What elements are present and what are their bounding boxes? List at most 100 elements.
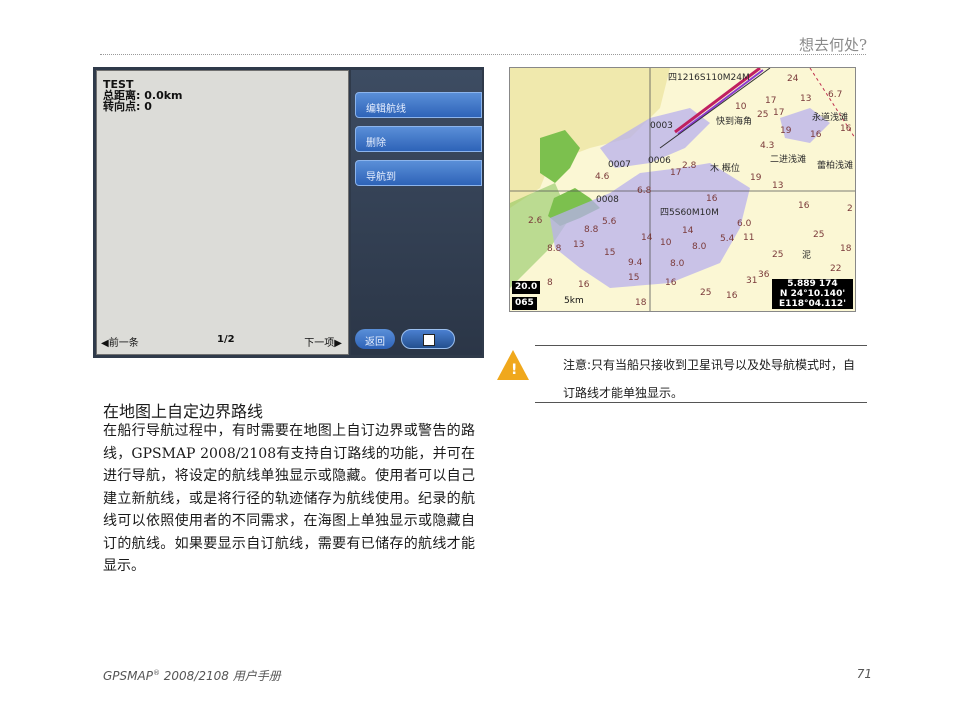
waypoint-label: 0006 — [648, 156, 671, 166]
section-heading: 在地图上自定边界路线 — [103, 402, 264, 421]
depth-sounding: 16 — [706, 194, 718, 204]
footer-manual: 2008/2108 用户手册 — [159, 669, 281, 683]
chart-label: 蕾柏浅滩 — [817, 161, 854, 171]
turns-value: 0 — [144, 100, 152, 113]
prev-arrow-icon: ◀ — [101, 338, 109, 349]
depth-sounding: 25 — [757, 110, 769, 120]
depth-sounding: 31 — [746, 276, 758, 286]
depth-sounding: 22 — [830, 264, 842, 274]
back-button[interactable]: 返回 — [355, 329, 395, 349]
depth-sounding: 16 — [726, 291, 738, 301]
depth-sounding: 10 — [735, 102, 747, 112]
depth-sounding: 8.0 — [670, 259, 685, 269]
page-indicator: 1/2 — [217, 334, 235, 345]
delete-button[interactable]: 删除 — [355, 126, 482, 152]
footer-manual-title: GPSMAP® 2008/2108 用户手册 — [103, 667, 281, 684]
exclamation-icon: ! — [511, 362, 518, 378]
edit-route-button[interactable]: 编辑航线 — [355, 92, 482, 118]
depth-sounding: 16 — [840, 124, 852, 134]
depth-sounding: 17 — [773, 108, 785, 118]
depth-sounding: 8.8 — [547, 244, 562, 254]
position-readout: 5.889 174 N 24°10.140' E118°04.112' — [772, 279, 853, 309]
depth-sounding: 17 — [670, 168, 682, 178]
note-divider-bottom — [535, 402, 867, 403]
back-row: 返回 — [355, 329, 482, 351]
depth-sounding: 2.8 — [682, 161, 697, 171]
depth-sounding: 4.3 — [760, 141, 775, 151]
turns-label: 转向点: — [103, 100, 141, 113]
depth-sounding: 15 — [628, 273, 640, 283]
depth-sounding: 17 — [765, 96, 777, 106]
chart-label: 永道浅滩 — [812, 113, 849, 123]
scale-bar-label: 5km — [564, 296, 584, 306]
depth-sounding: 18 — [840, 244, 852, 254]
waypoint-label: 0003 — [650, 121, 673, 131]
note-text: 注意:只有当船只接收到卫星讯号以及处导航模式时，自订路线才能单独显示。 — [563, 358, 856, 400]
chart-label: 二进浅滩 — [770, 155, 807, 165]
depth-sounding: 8.0 — [692, 242, 707, 252]
route-info-footer: ◀前一条 1/2 下一项▶ — [97, 334, 348, 349]
depth-sounding: 6.7 — [828, 90, 843, 100]
depth-sounding: 18 — [635, 298, 647, 308]
waypoint-label: 0008 — [596, 195, 619, 205]
route-menu: 编辑航线 删除 导航到 返回 — [351, 70, 482, 355]
chart-label: 木 概位 — [710, 164, 740, 174]
depth-sounding: 11 — [743, 233, 755, 243]
depth-sounding: 16 — [578, 280, 590, 290]
route-screen: TEST 总距离: 0.0km 转向点: 0 ◀前一条 1/2 下一项▶ 编辑航… — [93, 67, 484, 358]
depth-sounding: 2 — [847, 204, 853, 214]
depth-sounding: 9.4 — [628, 258, 643, 268]
note-divider-top — [535, 345, 867, 346]
latitude-value: N 24°10.140' — [779, 289, 846, 299]
depth-sounding: 5.4 — [720, 234, 735, 244]
chart-label: 泥 — [802, 251, 812, 261]
depth-sounding: 14 — [641, 233, 653, 243]
route-info-panel: TEST 总距离: 0.0km 转向点: 0 ◀前一条 1/2 下一项▶ — [96, 70, 349, 355]
depth-sounding: 2.6 — [528, 216, 543, 226]
document-icon — [423, 334, 435, 346]
depth-readout-value: 174 — [818, 279, 838, 289]
depth-sounding: 36 — [758, 270, 770, 280]
page-number: 71 — [856, 667, 872, 681]
turns-row: 转向点: 0 — [103, 101, 183, 112]
section-body: 在船行导航过程中，有时需要在地图上自订边界或警告的路线，GPSMAP 2008/… — [103, 423, 475, 574]
depth-sounding: 4.6 — [595, 172, 610, 182]
chart-label: 四1216S110M24M — [668, 73, 750, 83]
depth-sounding: 16 — [798, 201, 810, 211]
depth-sounding: 16 — [810, 130, 822, 140]
depth-sounding: 16 — [665, 278, 677, 288]
depth-sounding: 19 — [750, 173, 762, 183]
chart-label: 快到海角 — [716, 117, 753, 127]
page-toggle-button[interactable] — [401, 329, 455, 349]
speed-value: 5.889 — [787, 279, 816, 289]
header-divider — [100, 54, 866, 55]
depth-sounding: 10 — [660, 238, 672, 248]
prev-label: 前一条 — [108, 338, 139, 349]
nautical-chart: 四1216S110M24M 0003 0007 0006 0008 四5S60M… — [509, 67, 856, 312]
depth-sounding: 13 — [573, 240, 585, 250]
heading-value: 065 — [515, 298, 534, 308]
depth-sounding: 8 — [547, 278, 553, 288]
depth-sounding: 13 — [800, 94, 812, 104]
depth-sounding: 5.6 — [602, 217, 617, 227]
route-info: TEST 总距离: 0.0km 转向点: 0 — [103, 79, 183, 112]
depth-sounding: 6.0 — [737, 219, 752, 229]
chart-background — [510, 68, 855, 311]
depth-sounding: 25 — [813, 230, 825, 240]
navigate-to-button[interactable]: 导航到 — [355, 160, 482, 186]
depth-sounding: 15 — [604, 248, 616, 258]
chart-label: 四5S60M10M — [660, 208, 719, 218]
next-label: 下一项 — [304, 338, 335, 349]
footer-product: GPSMAP — [103, 669, 153, 683]
next-button[interactable]: 下一项▶ — [304, 334, 342, 349]
depth-sounding: 25 — [700, 288, 712, 298]
zoom-scale-readout: 20.0 — [512, 281, 541, 294]
depth-sounding: 19 — [780, 126, 792, 136]
depth-sounding: 6.8 — [637, 186, 652, 196]
next-arrow-icon: ▶ — [334, 338, 342, 349]
prev-button[interactable]: ◀前一条 — [101, 334, 139, 349]
waypoint-label: 0007 — [608, 160, 631, 170]
depth-sounding: 14 — [682, 226, 694, 236]
depth-sounding: 25 — [772, 250, 784, 260]
longitude-value: E118°04.112' — [779, 299, 846, 309]
